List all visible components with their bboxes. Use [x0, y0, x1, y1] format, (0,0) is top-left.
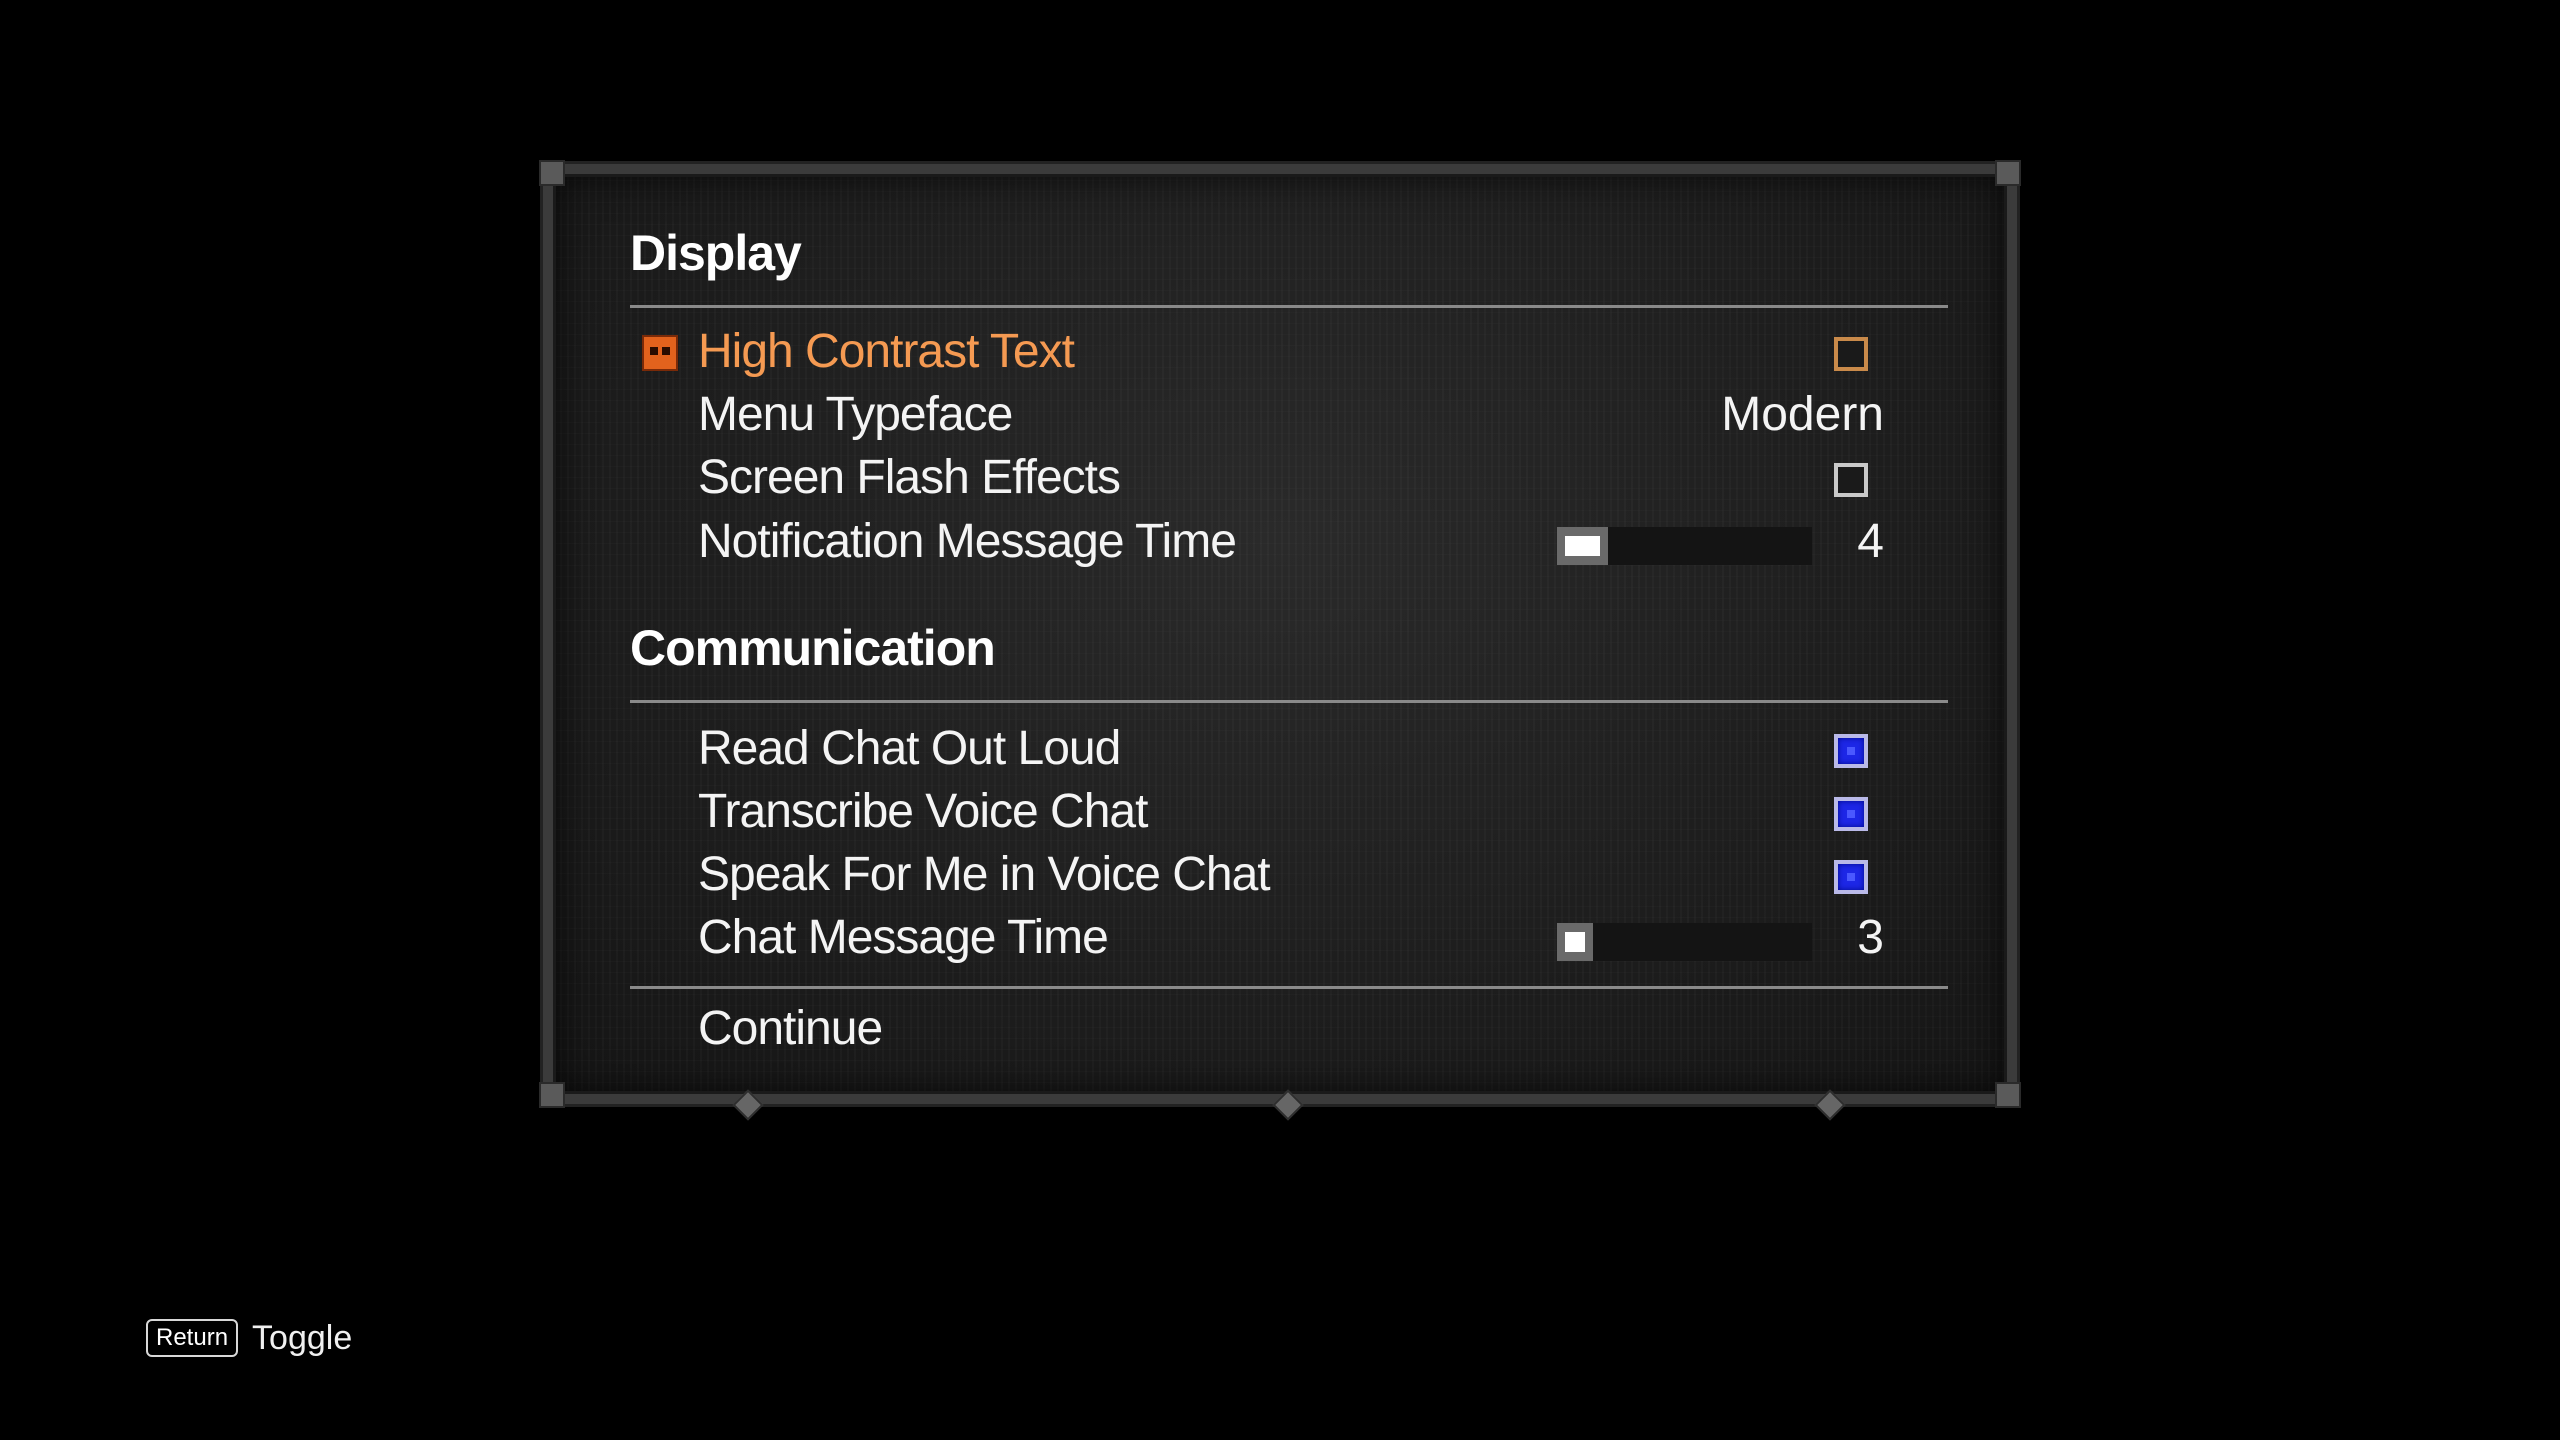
setting-high-contrast-text[interactable]: High Contrast Text: [630, 323, 1948, 381]
setting-speak-for-me[interactable]: Speak For Me in Voice Chat: [630, 846, 1948, 904]
setting-chat-message-time[interactable]: Chat Message Time 3: [630, 909, 1948, 967]
slider-handle[interactable]: [1557, 527, 1608, 565]
setting-label: Transcribe Voice Chat: [698, 785, 1148, 838]
setting-label: Read Chat Out Loud: [698, 722, 1121, 775]
button-hint: Return Toggle: [146, 1318, 352, 1358]
frame-stud: [1272, 1089, 1304, 1121]
setting-menu-typeface[interactable]: Menu Typeface Modern: [630, 386, 1948, 444]
setting-label: Speak For Me in Voice Chat: [698, 848, 1271, 901]
section-title-display: Display: [630, 225, 802, 281]
frame-stud: [732, 1089, 764, 1121]
frame-corner: [539, 1082, 565, 1108]
frame-corner: [1995, 160, 2021, 186]
setting-notification-message-time[interactable]: Notification Message Time 4: [630, 513, 1948, 571]
notification-time-slider[interactable]: [1557, 527, 1812, 565]
frame-stud: [1814, 1089, 1846, 1121]
section-divider: [630, 700, 1948, 703]
return-key-icon: Return: [146, 1319, 239, 1357]
setting-label: Notification Message Time: [698, 515, 1237, 568]
setting-read-chat-out-loud[interactable]: Read Chat Out Loud: [630, 720, 1948, 778]
section-divider: [630, 986, 1948, 989]
hint-label: Toggle: [252, 1318, 353, 1357]
skull-cursor-icon: [642, 335, 678, 371]
transcribe-voice-chat-checkbox[interactable]: [1834, 797, 1868, 831]
chat-time-value: 3: [1857, 911, 1884, 964]
screen-flash-effects-checkbox[interactable]: [1834, 463, 1868, 497]
settings-panel: Display High Contrast Text Menu Typeface…: [539, 160, 2021, 1121]
setting-label: High Contrast Text: [698, 325, 1075, 378]
setting-screen-flash-effects[interactable]: Screen Flash Effects: [630, 449, 1948, 507]
frame-corner: [539, 160, 565, 186]
setting-label: Screen Flash Effects: [698, 451, 1121, 504]
speak-for-me-checkbox[interactable]: [1834, 860, 1868, 894]
setting-transcribe-voice-chat[interactable]: Transcribe Voice Chat: [630, 783, 1948, 841]
setting-label: Menu Typeface: [698, 388, 1013, 441]
section-title-communication: Communication: [630, 620, 996, 676]
continue-button[interactable]: Continue: [698, 1000, 883, 1058]
read-chat-out-loud-checkbox[interactable]: [1834, 734, 1868, 768]
menu-typeface-value[interactable]: Modern: [1721, 386, 1884, 444]
frame-corner: [1995, 1082, 2021, 1108]
notification-time-value: 4: [1857, 515, 1884, 568]
chat-time-slider[interactable]: [1557, 923, 1812, 961]
slider-handle[interactable]: [1557, 923, 1593, 961]
high-contrast-text-checkbox[interactable]: [1834, 337, 1868, 371]
setting-label: Chat Message Time: [698, 911, 1109, 964]
section-divider: [630, 305, 1948, 308]
